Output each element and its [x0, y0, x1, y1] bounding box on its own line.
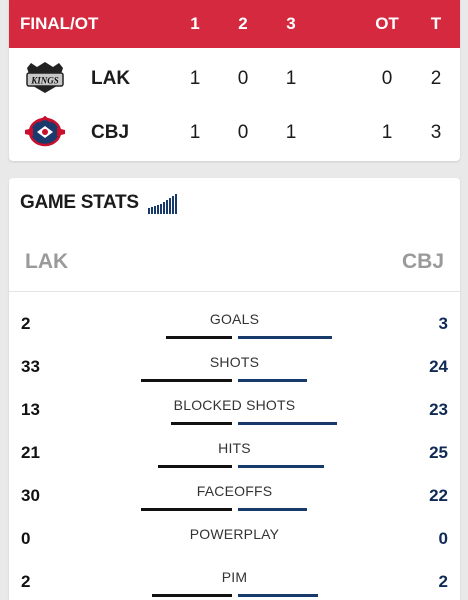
total-score-cell: 2 [430, 68, 442, 89]
stat-row-faceoffs: 30 FACEOFFS 22 [9, 471, 460, 514]
stat-name: HITS [218, 440, 251, 456]
overtime-header: OT [375, 14, 399, 33]
team-abbr: LAK [91, 68, 131, 89]
left-team-label: LAK [25, 250, 69, 273]
left-stat-bar [170, 422, 232, 425]
right-stat-value: 2 [438, 572, 448, 591]
score-cell: 1 [381, 122, 393, 143]
right-stat-bar [237, 594, 318, 597]
period-2-header: 2 [238, 14, 248, 33]
stat-row-blocked-shots: 13 BLOCKED SHOTS 23 [9, 385, 460, 428]
scoreboard-card: FINAL/OT 1 2 3 OT T KINGS LAK 1 0 1 0 2 … [9, 0, 460, 161]
stat-row-hits: 21 HITS 25 [9, 428, 460, 471]
score-cell: 1 [189, 122, 201, 143]
stat-name: SHOTS [209, 354, 260, 370]
game-status: FINAL/OT [20, 14, 99, 33]
team-row-cbj[interactable]: CBJ 1 0 1 1 3 [9, 106, 460, 158]
left-stat-bar [140, 379, 232, 382]
score-cell: 0 [237, 122, 249, 143]
score-cell: 1 [285, 68, 297, 89]
right-stat-bar [237, 422, 337, 425]
right-stat-value: 23 [429, 400, 448, 419]
right-stat-value: 3 [438, 314, 448, 333]
stat-name: GOALS [209, 311, 260, 327]
stat-row-goals: 2 GOALS 3 [9, 299, 460, 342]
scoreboard-header: FINAL/OT 1 2 3 OT T [9, 0, 460, 48]
left-stat-bar [165, 336, 232, 339]
blue-jackets-logo-icon [25, 115, 65, 147]
stat-row-powerplay: 0 POWERPLAY 0 [9, 514, 460, 557]
stat-name: BLOCKED SHOTS [173, 397, 296, 413]
left-stat-bar [151, 594, 232, 597]
period-1-header: 1 [190, 14, 200, 33]
divider [9, 291, 460, 292]
game-stats-card: GAME STATS LAK CBJ 2 GOALS 3 33 SHOTS 24 13 BLO… [9, 178, 460, 600]
stat-name: PIM [221, 569, 248, 585]
stat-row-shots: 33 SHOTS 24 [9, 342, 460, 385]
game-stats-title: GAME STATS [20, 192, 139, 213]
score-cell: 1 [285, 122, 297, 143]
left-stat-bar [157, 465, 232, 468]
score-cell: 1 [189, 68, 201, 89]
right-stat-bar [237, 465, 324, 468]
signal-bars-icon[interactable] [148, 194, 178, 214]
team-abbr: CBJ [91, 122, 130, 143]
total-header: T [430, 14, 442, 33]
right-stat-bar [237, 336, 332, 339]
period-3-header: 3 [286, 14, 296, 33]
svg-text:KINGS: KINGS [30, 76, 59, 86]
right-team-label: CBJ [401, 250, 444, 273]
score-cell: 0 [381, 68, 393, 89]
stat-name: POWERPLAY [189, 526, 280, 542]
team-row-lak[interactable]: KINGS LAK 1 0 1 0 2 [9, 52, 460, 104]
kings-logo-icon: KINGS [26, 62, 64, 93]
right-stat-bar [237, 379, 307, 382]
right-stat-bar [237, 508, 307, 511]
stat-row-pim: 2 PIM 2 [9, 557, 460, 600]
score-cell: 0 [237, 68, 249, 89]
right-stat-value: 0 [438, 529, 448, 548]
right-stat-value: 24 [429, 357, 448, 376]
left-stat-bar [140, 508, 232, 511]
right-stat-value: 25 [429, 443, 448, 462]
right-stat-value: 22 [429, 486, 448, 505]
stat-name: FACEOFFS [196, 483, 273, 499]
total-score-cell: 3 [430, 122, 442, 143]
